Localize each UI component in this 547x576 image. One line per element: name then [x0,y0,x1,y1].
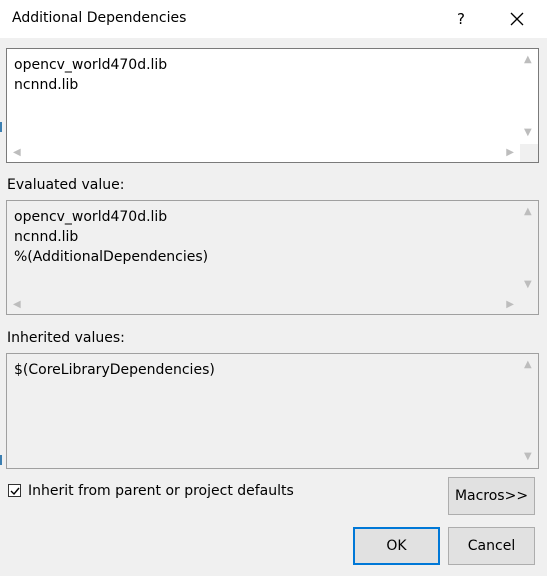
evaluated-value-box[interactable]: opencv_world470d.lib ncnnd.lib %(Additio… [6,200,539,315]
scroll-right-icon[interactable]: ▶ [506,300,514,310]
close-button[interactable] [494,0,540,38]
inherited-values-label: Inherited values: [7,330,125,346]
inherited-values-box[interactable]: $(CoreLibraryDependencies) ▲ ▼ [6,353,539,469]
horizontal-scrollbar[interactable]: ◀ ▶ [7,144,520,162]
dependencies-text[interactable]: opencv_world470d.lib ncnnd.lib [14,55,518,95]
inherit-checkbox[interactable] [8,484,21,497]
evaluated-value-text: opencv_world470d.lib ncnnd.lib %(Additio… [14,209,209,265]
dialog-window: Additional Dependencies ? opencv_world47… [0,0,547,576]
dialog-title: Additional Dependencies [12,10,187,26]
dependencies-edit-box[interactable]: opencv_world470d.lib ncnnd.lib ▲ ▼ ◀ ▶ [6,48,539,163]
ok-button[interactable]: OK [353,527,440,565]
title-bar[interactable]: Additional Dependencies ? [0,0,547,38]
help-button[interactable]: ? [438,0,484,38]
cancel-button[interactable]: Cancel [448,527,535,565]
horizontal-scrollbar[interactable]: ◀ ▶ [7,296,520,314]
scroll-down-icon[interactable]: ▼ [524,128,532,138]
help-icon: ? [457,10,465,28]
vertical-scrollbar[interactable]: ▲ ▼ [520,201,538,296]
scroll-down-icon[interactable]: ▼ [524,452,532,462]
macros-button[interactable]: Macros>> [448,477,535,515]
inherited-values-text: $(CoreLibraryDependencies) [14,362,215,378]
close-icon [510,12,524,26]
scroll-right-icon[interactable]: ▶ [506,148,514,158]
evaluated-value-label: Evaluated value: [7,177,125,193]
scroll-left-icon[interactable]: ◀ [13,300,21,310]
vertical-scrollbar[interactable]: ▲ ▼ [520,354,538,468]
scroll-left-icon[interactable]: ◀ [13,148,21,158]
checkmark-icon [10,487,20,496]
scroll-up-icon[interactable]: ▲ [524,55,532,65]
window-edge [0,122,2,132]
scroll-down-icon[interactable]: ▼ [524,280,532,290]
scroll-up-icon[interactable]: ▲ [524,360,532,370]
scrollbar-corner [520,144,538,162]
window-edge [0,455,2,465]
scroll-up-icon[interactable]: ▲ [524,207,532,217]
inherit-checkbox-label[interactable]: Inherit from parent or project defaults [28,483,294,499]
vertical-scrollbar[interactable]: ▲ ▼ [520,49,538,144]
